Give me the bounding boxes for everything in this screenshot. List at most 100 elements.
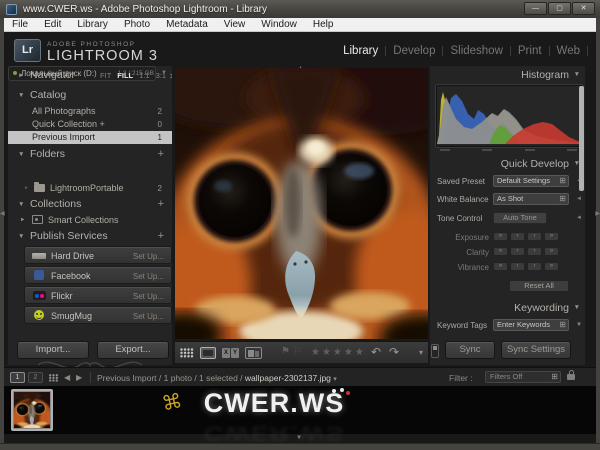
collections-header[interactable]: ▼ Collections +: [8, 198, 172, 212]
publish-service-row[interactable]: SmugMug Set Up...: [24, 306, 172, 324]
maximize-button[interactable]: ▢: [548, 2, 571, 15]
filter-lock-icon[interactable]: [567, 374, 575, 380]
filmstrip-collapse-icon[interactable]: ▼: [296, 435, 302, 441]
zoom-updown-icon[interactable]: ↕: [169, 71, 173, 80]
add-collection-icon[interactable]: +: [158, 198, 164, 210]
collapse-down-icon[interactable]: ▼: [574, 71, 580, 78]
import-button[interactable]: Import...: [17, 341, 89, 359]
second-window-button[interactable]: 2: [28, 372, 43, 383]
titlebar[interactable]: www.CWER.ws - Adobe Photoshop Lightroom …: [0, 0, 600, 18]
grid-view-icon[interactable]: [180, 348, 194, 358]
right-panel-collapse-icon[interactable]: ▶: [595, 210, 600, 217]
rotate-left-icon[interactable]: ↶: [371, 345, 381, 359]
menu-item[interactable]: View: [216, 19, 254, 30]
auto-tone-button[interactable]: Auto Tone: [493, 212, 547, 224]
compare-view-icon[interactable]: [222, 348, 239, 358]
collapse-down-icon[interactable]: ▼: [18, 92, 24, 99]
left-panel-collapse-icon[interactable]: ◀: [0, 210, 5, 217]
main-window-button[interactable]: 1: [10, 372, 25, 383]
sync-button[interactable]: Sync: [445, 341, 495, 359]
publish-service-row[interactable]: Facebook Set Up...: [24, 266, 172, 284]
expand-left-icon[interactable]: ◄: [576, 196, 582, 202]
collapse-down-icon[interactable]: ▼: [18, 151, 24, 158]
set-up-link[interactable]: Set Up...: [133, 252, 164, 261]
catalog-item[interactable]: Quick Collection + 0: [8, 118, 172, 131]
grid-view-shortcut-icon[interactable]: [49, 374, 59, 382]
collapse-down-icon[interactable]: ▼: [18, 201, 24, 208]
decrease-large-button[interactable]: «: [493, 262, 508, 271]
menu-item[interactable]: File: [4, 19, 36, 30]
increase-large-button[interactable]: »: [544, 232, 559, 241]
decrease-button[interactable]: ‹: [510, 232, 525, 241]
menu-item[interactable]: Library: [69, 19, 116, 30]
add-publish-service-icon[interactable]: +: [158, 230, 164, 242]
set-up-link[interactable]: Set Up...: [133, 292, 164, 301]
set-up-link[interactable]: Set Up...: [133, 272, 164, 281]
sync-switch-icon[interactable]: [431, 344, 439, 358]
decrease-button[interactable]: ‹: [510, 262, 525, 271]
module-tab[interactable]: Slideshow: [450, 45, 502, 57]
flag-reject-icon[interactable]: ⚐: [293, 346, 302, 357]
quick-develop-header[interactable]: Quick Develop ▼: [430, 158, 585, 172]
decrease-large-button[interactable]: «: [493, 247, 508, 256]
increase-button[interactable]: ›: [527, 232, 542, 241]
export-button[interactable]: Export...: [97, 341, 169, 359]
next-photo-icon[interactable]: ▶: [76, 373, 82, 382]
right-panel-scrollbar[interactable]: [579, 86, 584, 191]
saved-preset-dropdown[interactable]: Default Settings⊞: [493, 175, 569, 187]
menu-item[interactable]: Photo: [116, 19, 158, 30]
keywording-collapse-icon[interactable]: ▼: [576, 322, 582, 328]
decrease-button[interactable]: ‹: [510, 247, 525, 256]
module-tab[interactable]: Print: [518, 45, 542, 57]
filter-dropdown[interactable]: Filters Off⊞: [485, 371, 561, 383]
menu-item[interactable]: Window: [253, 19, 305, 30]
reset-all-button[interactable]: Reset All: [509, 280, 569, 292]
loupe-photo[interactable]: [175, 68, 428, 339]
increase-button[interactable]: ›: [527, 247, 542, 256]
decrease-large-button[interactable]: «: [493, 232, 508, 241]
increase-large-button[interactable]: »: [544, 262, 559, 271]
increase-button[interactable]: ›: [527, 262, 542, 271]
publish-services-header[interactable]: ▼ Publish Services +: [8, 230, 172, 244]
publish-service-row[interactable]: Hard Drive Set Up...: [24, 246, 172, 264]
folders-header[interactable]: ▼ Folders +: [8, 148, 172, 162]
rotate-right-icon[interactable]: ↷: [389, 345, 399, 359]
filmstrip-thumbnail-selected[interactable]: [11, 389, 53, 431]
star-rating[interactable]: ★★★★★: [311, 347, 366, 358]
survey-view-icon[interactable]: [245, 347, 262, 359]
module-tab[interactable]: Library: [343, 45, 378, 57]
collection-row[interactable]: ► Smart Collections: [8, 214, 172, 227]
toolbar-options-icon[interactable]: ▾: [419, 348, 423, 357]
close-button[interactable]: ✕: [572, 2, 595, 15]
set-up-link[interactable]: Set Up...: [133, 312, 164, 321]
folder-disclosure-icon[interactable]: ►: [24, 185, 29, 191]
histogram-header[interactable]: Histogram ▼: [430, 69, 585, 83]
folder-row[interactable]: ► LightroomPortable 2: [8, 182, 172, 195]
catalog-item[interactable]: All Photographs 2: [8, 105, 172, 118]
collection-disclosure-icon[interactable]: ►: [20, 217, 25, 223]
zoom-mode[interactable]: FIT: [100, 71, 111, 80]
menu-item[interactable]: Metadata: [158, 19, 216, 30]
previous-photo-icon[interactable]: ◀: [64, 373, 70, 382]
white-balance-dropdown[interactable]: As Shot⊞: [493, 193, 569, 205]
module-tab[interactable]: Develop: [393, 45, 435, 57]
breadcrumb[interactable]: Previous Import / 1 photo / 1 selected /…: [97, 373, 337, 383]
volume-collapse-icon[interactable]: ▼: [161, 70, 167, 76]
publish-service-row[interactable]: Flickr Set Up...: [24, 286, 172, 304]
sync-settings-button[interactable]: Sync Settings: [501, 341, 571, 359]
collapse-down-icon[interactable]: ▼: [574, 304, 580, 311]
expand-left-icon[interactable]: ◄: [576, 215, 582, 221]
flag-pick-icon[interactable]: ⚑: [281, 346, 290, 357]
add-folder-icon[interactable]: +: [158, 148, 164, 160]
menu-item[interactable]: Help: [305, 19, 342, 30]
module-tab[interactable]: Web: [557, 45, 580, 57]
menu-item[interactable]: Edit: [36, 19, 69, 30]
loupe-view-icon[interactable]: [200, 347, 216, 359]
catalog-header[interactable]: ▼ Catalog: [8, 89, 172, 103]
increase-large-button[interactable]: »: [544, 247, 559, 256]
histogram-plot[interactable]: [436, 85, 583, 147]
collapse-down-icon[interactable]: ▼: [18, 233, 24, 240]
catalog-item[interactable]: Previous Import 1: [8, 131, 172, 144]
keyword-tags-dropdown[interactable]: Enter Keywords⊞: [493, 319, 569, 331]
minimize-button[interactable]: —: [524, 2, 547, 15]
